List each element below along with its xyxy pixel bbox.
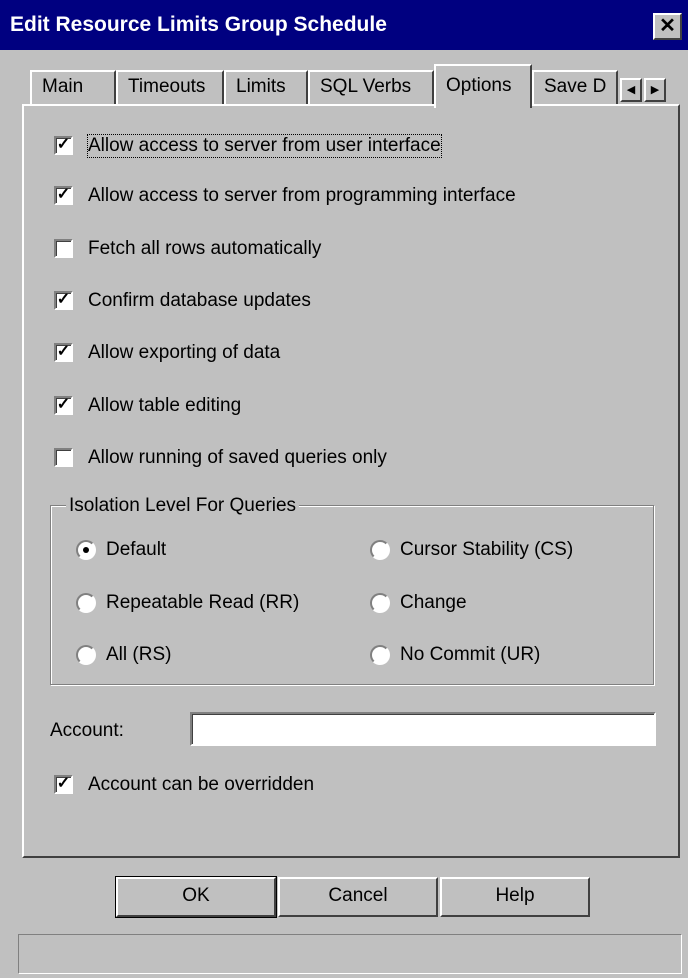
label-table-editing: Allow table editing	[88, 395, 242, 416]
ok-button[interactable]: OK	[115, 876, 277, 918]
checkbox-account-override[interactable]: ✓	[54, 775, 73, 794]
cancel-button[interactable]: Cancel	[278, 877, 438, 917]
label-programming-interface: Allow access to server from programming …	[88, 185, 516, 206]
label-default: Default	[106, 539, 167, 560]
check-icon: ✓	[56, 291, 71, 308]
tab-scroll-right-button[interactable]: ▶	[644, 78, 666, 102]
radio-default[interactable]	[76, 540, 96, 560]
checkbox-user-interface[interactable]: ✓	[54, 136, 73, 155]
tab-save[interactable]: Save D	[532, 70, 618, 104]
checkbox-allow-exporting[interactable]: ✓	[54, 343, 73, 362]
tab-options[interactable]: Options	[434, 64, 532, 108]
label-repeatable-read: Repeatable Read (RR)	[106, 592, 300, 613]
tab-sql-verbs-label: SQL Verbs	[320, 76, 412, 97]
check-icon: ✓	[56, 775, 71, 792]
arrow-left-icon: ◀	[626, 84, 636, 96]
close-icon: ✕	[659, 15, 676, 37]
tab-timeouts-label: Timeouts	[128, 76, 206, 97]
tab-sql-verbs[interactable]: SQL Verbs	[308, 70, 434, 104]
account-label: Account:	[50, 720, 124, 741]
help-button[interactable]: Help	[440, 877, 590, 917]
help-button-label: Help	[495, 885, 535, 906]
tab-limits-label: Limits	[236, 76, 286, 97]
status-bar	[18, 934, 682, 974]
radio-repeatable-read[interactable]	[76, 593, 96, 613]
checkbox-saved-queries-only[interactable]	[54, 448, 73, 467]
label-no-commit: No Commit (UR)	[400, 644, 541, 665]
tab-limits[interactable]: Limits	[224, 70, 308, 104]
tab-options-label: Options	[446, 75, 512, 96]
radio-change[interactable]	[370, 593, 390, 613]
label-account-override: Account can be overridden	[88, 774, 315, 795]
tab-save-label: Save D	[544, 76, 607, 97]
checkbox-table-editing[interactable]: ✓	[54, 396, 73, 415]
radio-dot	[83, 547, 89, 553]
tab-main-label: Main	[42, 76, 84, 97]
check-icon: ✓	[56, 186, 71, 203]
checkbox-fetch-all-rows[interactable]	[54, 239, 73, 258]
label-saved-queries-only: Allow running of saved queries only	[88, 447, 387, 468]
cancel-button-label: Cancel	[328, 885, 388, 906]
window-title: Edit Resource Limits Group Schedule	[10, 13, 387, 36]
label-fetch-all-rows: Fetch all rows automatically	[88, 238, 322, 259]
checkbox-programming-interface[interactable]: ✓	[54, 186, 73, 205]
arrow-right-icon: ▶	[650, 84, 660, 96]
label-all-rs: All (RS)	[106, 644, 172, 665]
checkbox-confirm-updates[interactable]: ✓	[54, 291, 73, 310]
account-input[interactable]	[190, 712, 656, 746]
label-allow-exporting: Allow exporting of data	[88, 342, 281, 363]
tab-timeouts[interactable]: Timeouts	[116, 70, 224, 104]
check-icon: ✓	[56, 136, 71, 153]
radio-all-rs[interactable]	[76, 645, 96, 665]
label-change: Change	[400, 592, 467, 613]
radio-no-commit[interactable]	[370, 645, 390, 665]
tab-main[interactable]: Main	[30, 70, 116, 104]
check-icon: ✓	[56, 396, 71, 413]
title-bar: Edit Resource Limits Group Schedule ✕	[0, 0, 688, 50]
close-button[interactable]: ✕	[653, 13, 682, 40]
ok-button-label: OK	[182, 885, 210, 906]
label-confirm-updates: Confirm database updates	[88, 290, 311, 311]
radio-cursor-stability[interactable]	[370, 540, 390, 560]
label-cursor-stability: Cursor Stability (CS)	[400, 539, 574, 560]
tab-scroll-left-button[interactable]: ◀	[620, 78, 642, 102]
label-user-interface: Allow access to server from user interfa…	[87, 134, 442, 158]
isolation-level-title: Isolation Level For Queries	[66, 495, 300, 517]
check-icon: ✓	[56, 343, 71, 360]
